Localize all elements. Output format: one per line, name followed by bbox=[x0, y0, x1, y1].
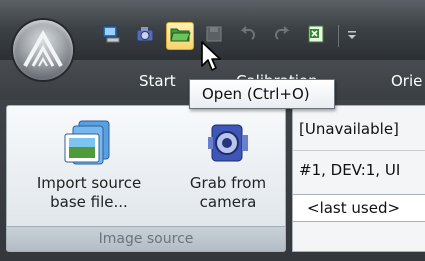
excel-export-icon bbox=[306, 24, 326, 48]
toolbar-separator bbox=[338, 25, 339, 47]
open-folder-icon bbox=[169, 24, 191, 48]
import-label-line2: base file... bbox=[50, 193, 128, 211]
video-camera-icon bbox=[202, 117, 254, 174]
tab-start[interactable]: Start bbox=[139, 72, 176, 90]
open-button[interactable] bbox=[166, 22, 194, 50]
import-source-button[interactable]: Import source base file... bbox=[25, 116, 153, 212]
customize-toolbar-button[interactable] bbox=[345, 22, 359, 50]
grab-from-camera-button[interactable]: Grab from camera bbox=[179, 116, 277, 212]
image-source-group: Import source base file... Grab from cam… bbox=[6, 105, 286, 252]
customize-dropdown-icon bbox=[347, 27, 357, 46]
app-window: Start Calibration Orie bbox=[0, 0, 425, 261]
import-image-icon bbox=[61, 118, 117, 173]
grab-label-line2: camera bbox=[199, 193, 257, 211]
undo-icon bbox=[238, 24, 258, 48]
import-label-line1: Import source bbox=[36, 174, 142, 192]
redo-button[interactable] bbox=[268, 22, 296, 50]
computer-button[interactable] bbox=[98, 22, 126, 50]
camera-button[interactable] bbox=[132, 22, 160, 50]
redo-icon bbox=[272, 24, 292, 48]
ribbon-panel: Import source base file... Grab from cam… bbox=[0, 100, 425, 261]
excel-export-button[interactable] bbox=[302, 22, 330, 50]
grab-label-line1: Grab from bbox=[189, 174, 267, 192]
camera-info-panel: [Unavailable] #1, DEV:1, UI <last used> bbox=[292, 105, 425, 252]
application-menu-button[interactable] bbox=[13, 20, 73, 80]
mouse-pointer-icon bbox=[200, 40, 222, 78]
tab-orientation[interactable]: Orie bbox=[391, 72, 422, 90]
camera-preset-dropdown[interactable]: <last used> bbox=[293, 194, 425, 222]
group-label: Image source bbox=[7, 226, 285, 251]
quick-access-toolbar bbox=[98, 22, 365, 50]
undo-button[interactable] bbox=[234, 22, 262, 50]
panel-divider bbox=[293, 150, 425, 151]
camera-icon bbox=[134, 24, 158, 48]
device-info-text: #1, DEV:1, UI bbox=[299, 161, 401, 179]
computer-icon bbox=[101, 24, 123, 48]
camera-status-text: [Unavailable] bbox=[299, 120, 399, 138]
open-tooltip: Open (Ctrl+O) bbox=[189, 79, 335, 109]
